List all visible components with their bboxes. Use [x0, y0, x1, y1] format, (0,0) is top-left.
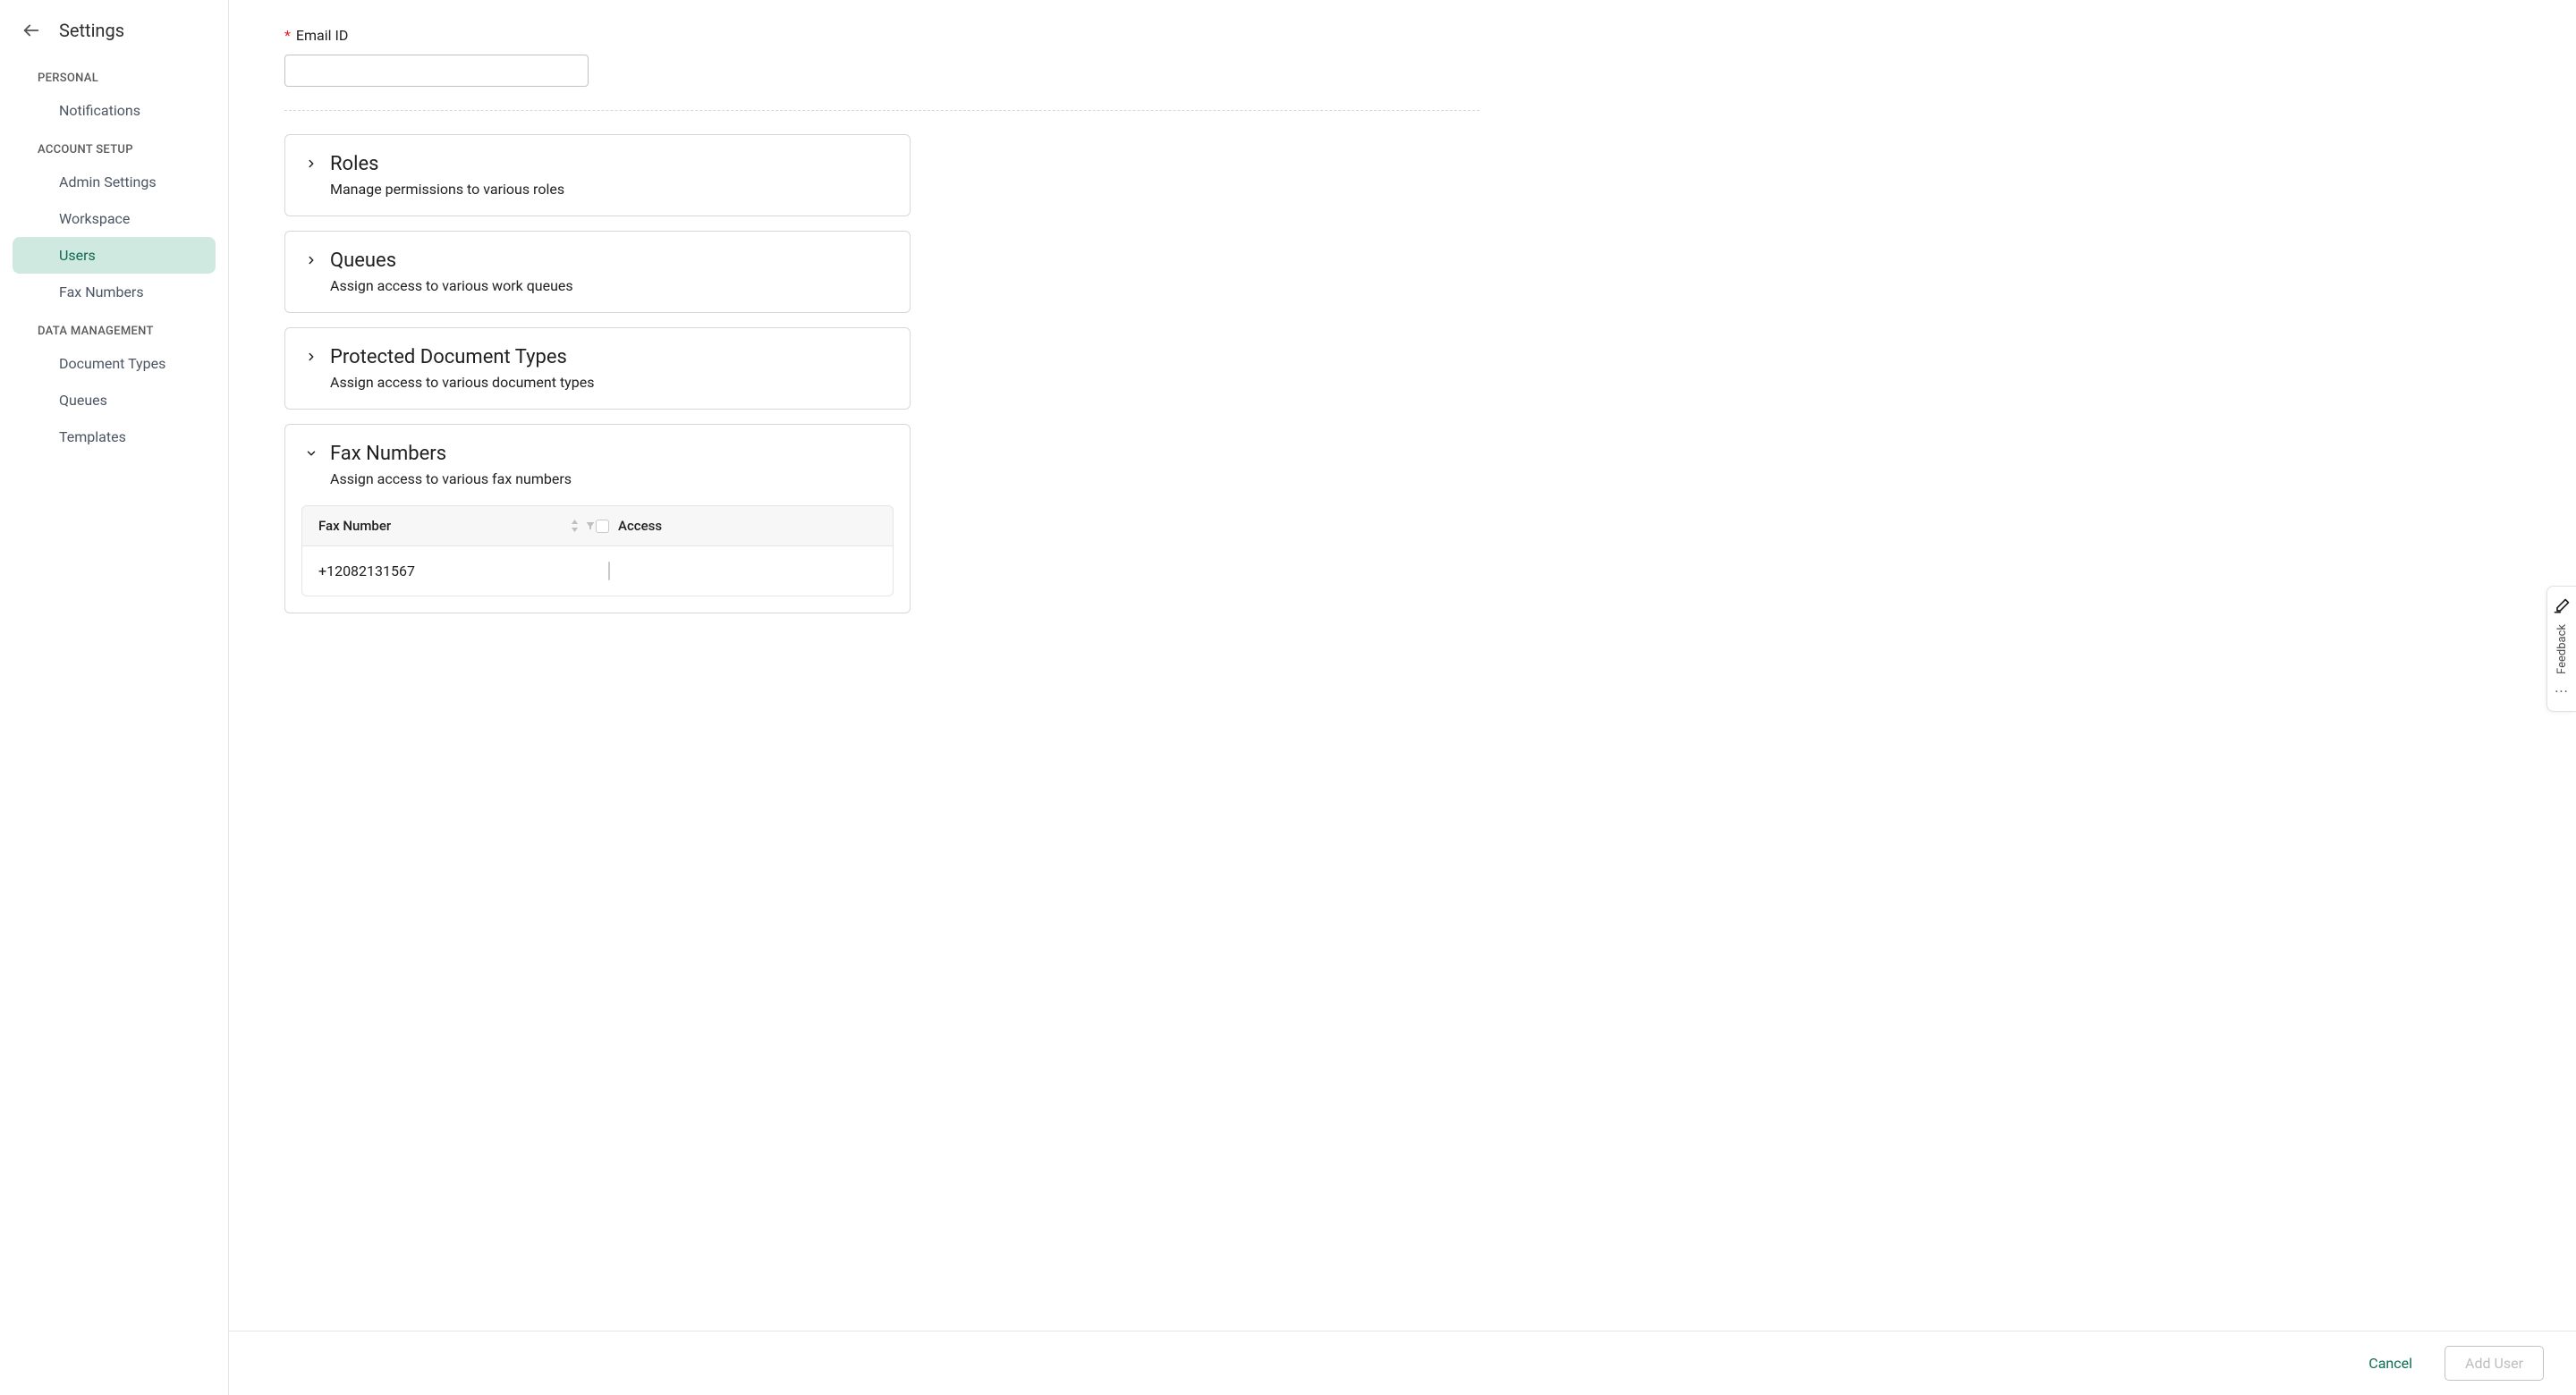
- add-user-button: Add User: [2445, 1346, 2544, 1381]
- section-label-data: DATA MANAGEMENT: [0, 310, 228, 345]
- chevron-right-icon: [305, 351, 318, 363]
- panel-title: Queues: [330, 249, 573, 272]
- panel-fax-numbers: Fax Numbers Assign access to various fax…: [284, 424, 911, 613]
- main: * Email ID Roles Manage permissions to va…: [229, 0, 2576, 1395]
- sidebar-item-notifications[interactable]: Notifications: [13, 92, 216, 129]
- col-access: Access: [596, 518, 662, 534]
- panel-sub: Assign access to various fax numbers: [330, 470, 572, 487]
- chevron-right-icon: [305, 157, 318, 170]
- panel-title: Protected Document Types: [330, 346, 594, 368]
- panel-protected-doc-types: Protected Document Types Assign access t…: [284, 327, 911, 410]
- form-row-email: * Email ID: [284, 27, 1479, 87]
- sidebar-item-queues[interactable]: Queues: [13, 382, 216, 418]
- back-arrow-icon[interactable]: [21, 21, 41, 40]
- fax-number-cell: +12082131567: [318, 562, 596, 579]
- panel-title: Fax Numbers: [330, 443, 572, 465]
- col-access-label: Access: [618, 518, 662, 534]
- email-label-text: Email ID: [296, 27, 348, 44]
- sort-icon[interactable]: [570, 520, 580, 532]
- footer: Cancel Add User: [229, 1331, 2576, 1395]
- panel-sub: Assign access to various document types: [330, 374, 594, 391]
- panel-sub: Manage permissions to various roles: [330, 181, 564, 198]
- sidebar: Settings PERSONAL Notifications ACCOUNT …: [0, 0, 229, 1395]
- divider: [284, 110, 1479, 111]
- chevron-right-icon: [305, 254, 318, 266]
- page-title: Settings: [59, 20, 124, 41]
- sidebar-item-users[interactable]: Users: [13, 237, 216, 274]
- panel-roles: Roles Manage permissions to various role…: [284, 134, 911, 216]
- fax-table: Fax Number Access +12082131567: [301, 505, 894, 596]
- pencil-icon: [2553, 597, 2571, 615]
- fax-access-cell: [596, 562, 610, 579]
- panel-header-fax[interactable]: Fax Numbers Assign access to various fax…: [285, 425, 910, 505]
- sidebar-header: Settings: [0, 14, 228, 57]
- filter-icon[interactable]: [585, 520, 596, 531]
- col-fax-number-label: Fax Number: [318, 518, 391, 534]
- email-input[interactable]: [284, 55, 589, 87]
- panel-header-roles[interactable]: Roles Manage permissions to various role…: [285, 135, 910, 216]
- panel-queues: Queues Assign access to various work que…: [284, 231, 911, 313]
- panel-header-protected[interactable]: Protected Document Types Assign access t…: [285, 328, 910, 409]
- fax-table-row: +12082131567: [302, 546, 893, 596]
- required-asterisk: *: [284, 27, 291, 44]
- section-label-account: ACCOUNT SETUP: [0, 129, 228, 164]
- feedback-tab[interactable]: Feedback ···: [2546, 586, 2576, 712]
- panel-title: Roles: [330, 153, 564, 175]
- content: * Email ID Roles Manage permissions to va…: [229, 0, 1535, 1331]
- sidebar-item-fax-numbers[interactable]: Fax Numbers: [13, 274, 216, 310]
- fax-table-header: Fax Number Access: [302, 506, 893, 546]
- email-label: * Email ID: [284, 27, 1479, 44]
- row-checkbox[interactable]: [608, 562, 610, 580]
- sidebar-item-workspace[interactable]: Workspace: [13, 200, 216, 237]
- dots-icon: ···: [2555, 683, 2569, 700]
- cancel-button[interactable]: Cancel: [2349, 1346, 2432, 1381]
- header-checkbox[interactable]: [596, 520, 609, 533]
- sidebar-item-document-types[interactable]: Document Types: [13, 345, 216, 382]
- panel-sub: Assign access to various work queues: [330, 277, 573, 294]
- feedback-text: Feedback: [2555, 624, 2569, 674]
- section-label-personal: PERSONAL: [0, 57, 228, 92]
- col-fax-number[interactable]: Fax Number: [318, 518, 596, 534]
- chevron-down-icon: [305, 447, 318, 460]
- panel-header-queues[interactable]: Queues Assign access to various work que…: [285, 232, 910, 312]
- sort-filter-controls[interactable]: [570, 520, 596, 532]
- sidebar-item-templates[interactable]: Templates: [13, 418, 216, 455]
- sidebar-item-admin-settings[interactable]: Admin Settings: [13, 164, 216, 200]
